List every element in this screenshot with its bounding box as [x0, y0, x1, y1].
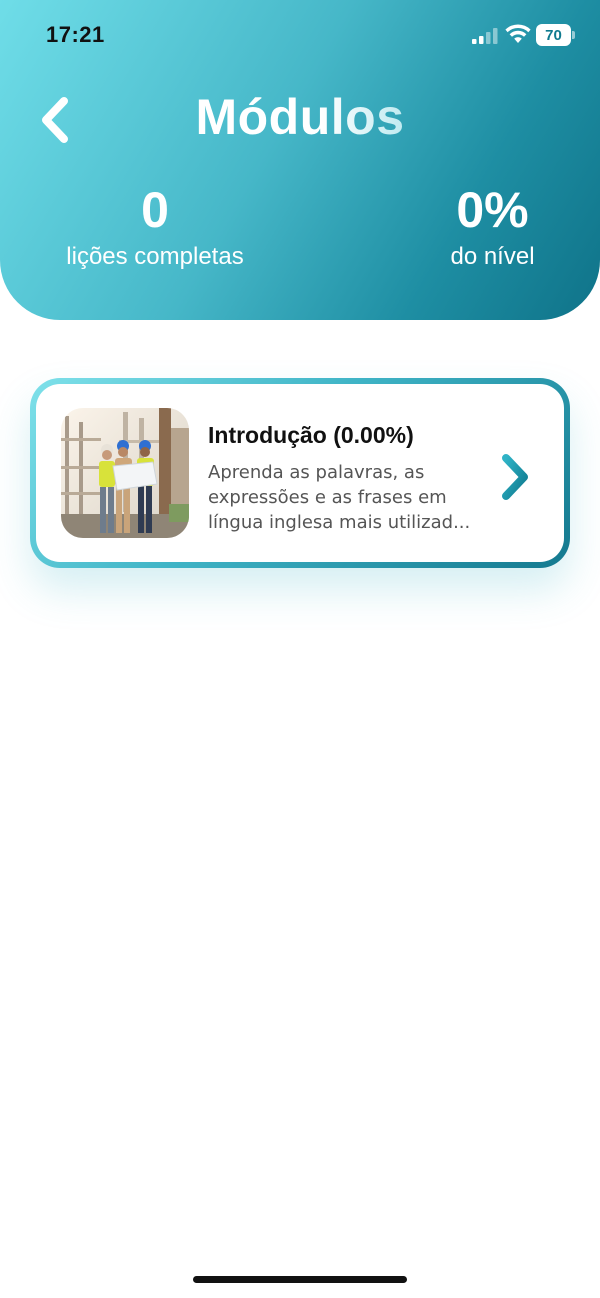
status-time: 17:21: [46, 22, 105, 47]
stat-label: do nível: [450, 243, 535, 270]
stat-label: lições completas: [66, 243, 244, 270]
module-description: Aprenda as palavras, as expressões e as …: [208, 462, 471, 533]
status-bar: 17:21 70: [0, 0, 600, 70]
battery-level: 70: [545, 26, 562, 44]
modules-screen: 17:21 70 Módulos 0 lições completas 0% d…: [0, 0, 600, 1298]
module-card-introduction[interactable]: Introdução (0.00%) Aprenda as palavras, …: [30, 378, 570, 568]
stat-value: 0%: [456, 182, 529, 238]
stat-level-progress: 0% do nível: [430, 182, 555, 272]
home-indicator[interactable]: [193, 1276, 407, 1283]
chevron-right-icon[interactable]: [498, 452, 532, 502]
header: 17:21 70 Módulos 0 lições completas 0% d…: [0, 0, 600, 320]
module-card-body: Introdução (0.00%) Aprenda as palavras, …: [36, 384, 564, 562]
stat-lessons-completed: 0 lições completas: [50, 182, 260, 272]
signal-icon: [472, 28, 498, 44]
module-title: Introdução (0.00%): [208, 422, 414, 448]
page-title: Módulos: [0, 88, 600, 146]
construction-workers-image: [61, 408, 189, 538]
page-title-text: Módulos: [195, 89, 405, 145]
battery-icon: 70: [536, 24, 576, 46]
wifi-icon: [505, 24, 531, 43]
stat-value: 0: [141, 182, 169, 238]
